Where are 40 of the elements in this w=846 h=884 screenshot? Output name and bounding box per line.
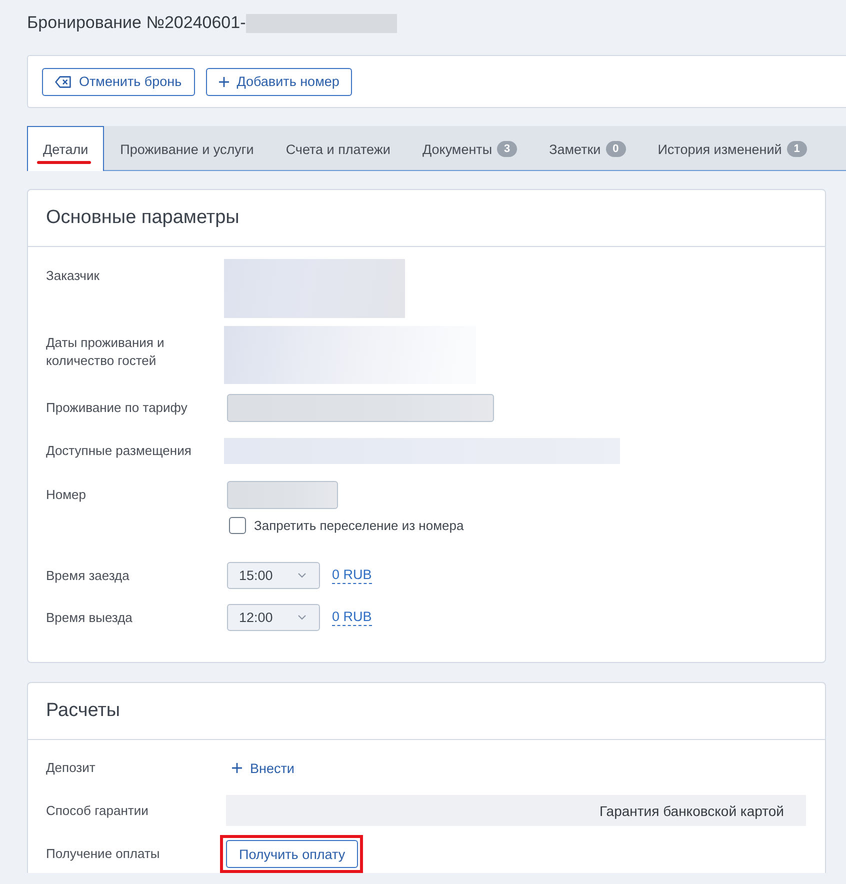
- tab[interactable]: Детали: [27, 126, 104, 171]
- price-link[interactable]: 0 RUB: [332, 567, 372, 584]
- count-badge: 0: [606, 141, 626, 157]
- plus-icon: [218, 76, 229, 86]
- field-label: Проживание по тарифу: [46, 399, 188, 417]
- tab[interactable]: Проживание и услуги: [104, 126, 270, 171]
- field-label: Время выезда: [46, 609, 134, 627]
- backspace-icon: [55, 76, 71, 88]
- field-label: Депозит: [46, 759, 96, 777]
- section-title: Расчеты: [46, 700, 120, 722]
- price-link[interactable]: 0 RUB: [332, 609, 372, 626]
- add-link[interactable]: Внести: [232, 753, 294, 783]
- count-badge: 3: [497, 141, 518, 157]
- input-field[interactable]: [227, 394, 494, 422]
- tab[interactable]: История изменений 1: [642, 126, 823, 171]
- tab[interactable]: Документы 3: [406, 126, 534, 171]
- checkbox-label: Запретить переселение из номера: [254, 518, 464, 533]
- field-label: Способ гарантии: [46, 802, 150, 820]
- add-room-button[interactable]: Добавить номер: [206, 68, 352, 96]
- section-title: Основные параметры: [46, 207, 240, 229]
- plus-icon: [232, 763, 242, 773]
- input-field[interactable]: [227, 481, 338, 509]
- field-label: Заказчик: [46, 267, 100, 285]
- field-label: Даты проживания и количество гостей: [46, 334, 166, 370]
- page-title: Бронирование №20240601-: [27, 12, 246, 34]
- field-label: Доступные размещения: [46, 442, 192, 460]
- time-select[interactable]: 15:00: [227, 562, 320, 589]
- readonly-field: Гарантия банковской картой: [226, 795, 806, 826]
- field-label: Номер: [46, 486, 88, 504]
- checkbox[interactable]: [229, 517, 246, 534]
- count-badge: 1: [786, 141, 807, 157]
- tab[interactable]: Заметки 0: [533, 126, 642, 171]
- time-select[interactable]: 12:00: [227, 604, 320, 631]
- field-label: Получение оплаты: [46, 845, 161, 863]
- chevron-down-icon: [298, 615, 306, 620]
- cancel-booking-button[interactable]: Отменить бронь: [42, 68, 195, 96]
- field-label: Время заезда: [46, 567, 130, 585]
- receive-payment-button[interactable]: Получить оплату: [226, 840, 358, 868]
- tab[interactable]: Счета и платежи: [270, 126, 406, 171]
- chevron-down-icon: [298, 573, 306, 578]
